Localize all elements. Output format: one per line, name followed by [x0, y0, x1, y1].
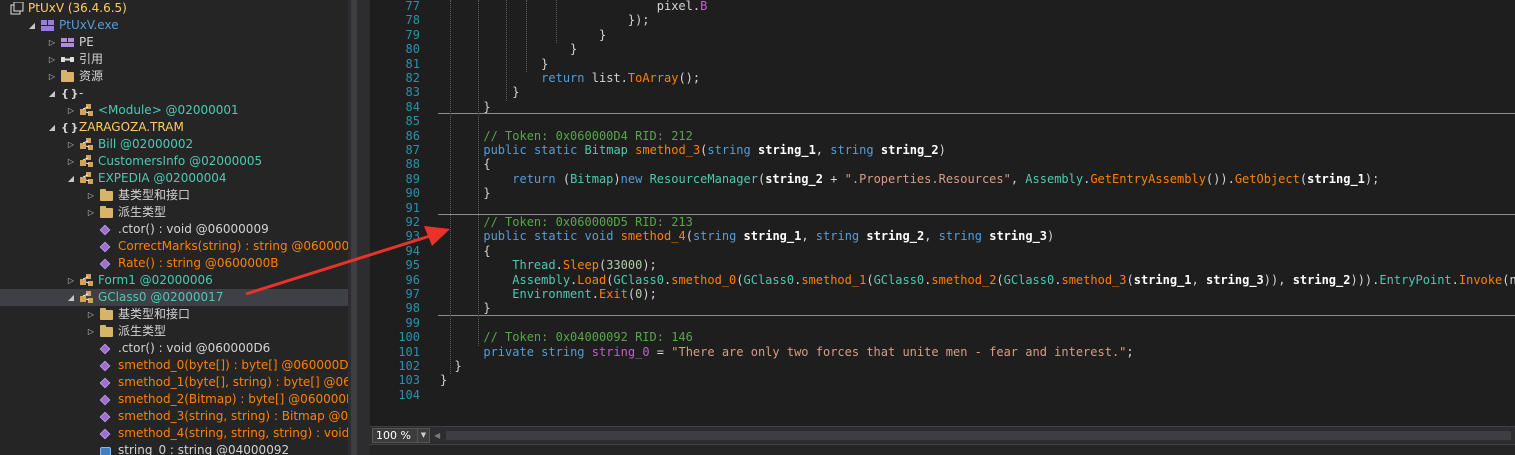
annotation-arrow-line — [245, 234, 431, 296]
annotation-arrow — [245, 226, 450, 296]
